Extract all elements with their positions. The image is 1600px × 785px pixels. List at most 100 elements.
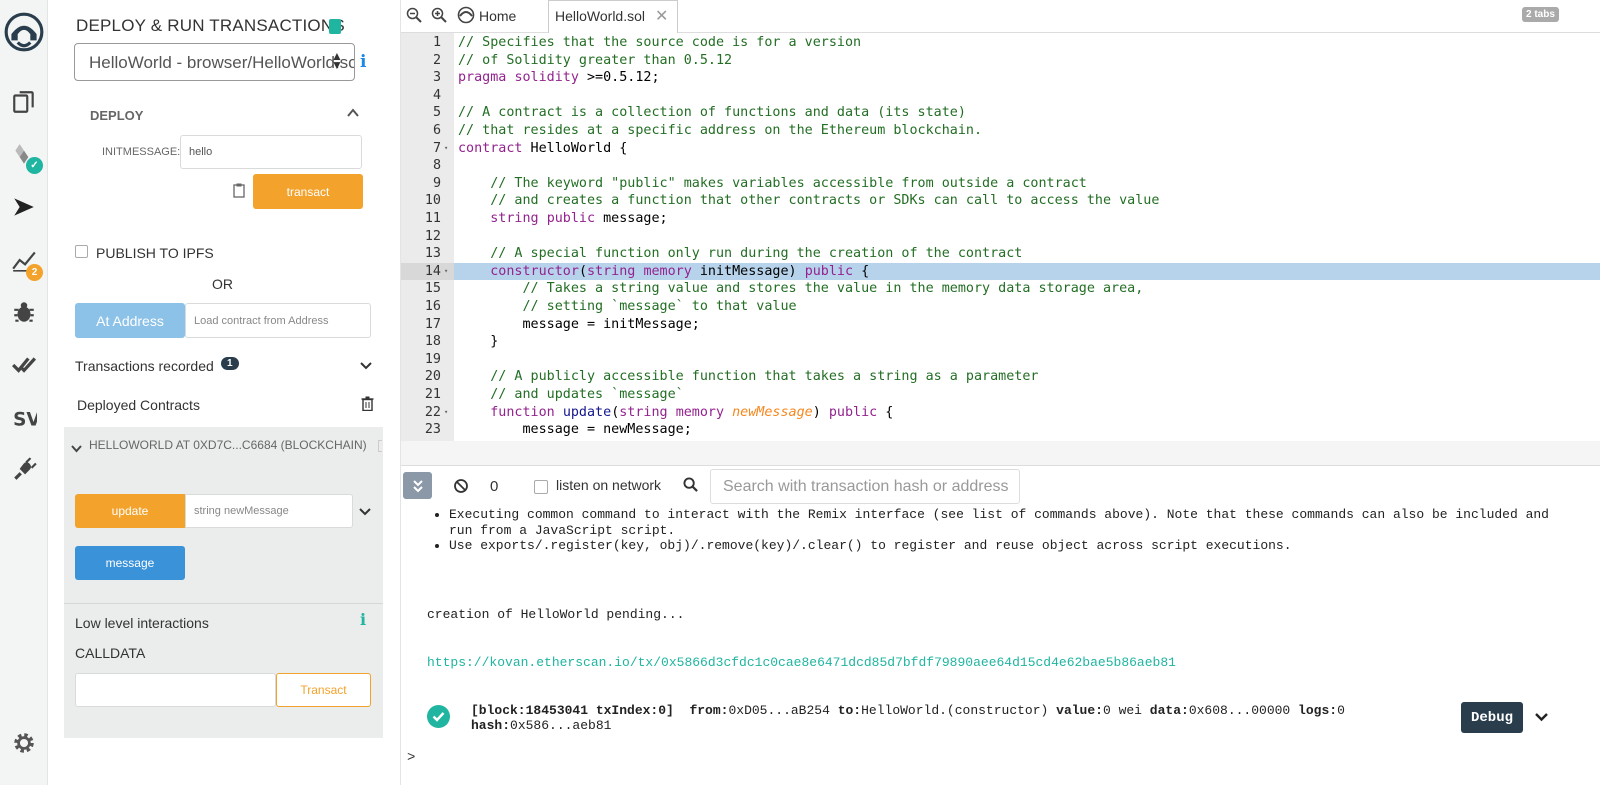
code-text: message = newMessage; [458,422,692,438]
code-line[interactable]: 22 ▾ function update(string memory newMes… [401,404,1600,422]
code-line[interactable]: 20 // A publicly accessible function tha… [401,368,1600,386]
fold-arrow-icon[interactable]: ▾ [444,140,448,158]
load-address-input[interactable]: Load contract from Address [185,303,371,338]
initmessage-input[interactable]: hello [180,135,362,169]
settings-icon[interactable] [0,723,48,763]
clear-console-icon[interactable] [453,478,469,499]
code-line[interactable]: 14 ▾ constructor(string memory initMessag… [401,262,1600,281]
line-number: 4 [432,87,441,103]
remix-logo-icon[interactable] [0,12,48,52]
transact-button[interactable]: transact [253,174,363,209]
zoom-out-icon[interactable] [406,7,422,28]
code-text: // setting `message` to that value [522,299,797,314]
instance-close-icon[interactable] [378,440,382,452]
trash-icon[interactable] [361,396,374,416]
unit-testing-icon[interactable] [0,345,48,385]
tab-count-badge[interactable]: 2 tabs [1522,7,1559,22]
editor-terminal-splitter[interactable] [401,441,1600,465]
divider [64,603,383,604]
compiler-success-badge: ✓ [26,157,43,174]
instance-title[interactable]: HELLOWORLD AT 0XD7C...C6684 (BLOCKCHAIN) [89,438,367,452]
code-text: // The keyword "public" makes variables … [490,175,1087,191]
new-message-input[interactable]: string newMessage [185,494,353,528]
pending-log: creation of HelloWorld pending... [427,607,685,622]
tx-hash-key: hash: [471,718,511,733]
code-line[interactable]: 4 [401,87,1600,105]
transactions-recorded-label: Transactions recorded [75,358,214,374]
search-icon [683,477,698,497]
etherscan-link[interactable]: https://kovan.etherscan.io/tx/0x5866d3cf… [427,655,1176,670]
code-line[interactable]: 16 // setting `message` to that value [401,298,1600,316]
at-address-button[interactable]: At Address [75,303,185,338]
deploy-header: DEPLOY [90,108,144,123]
transactions-expand-icon[interactable] [359,359,373,377]
collapse-terminal-icon[interactable] [403,472,432,499]
message-button[interactable]: message [75,546,185,580]
code-line[interactable]: 21 // and updates `message` [401,386,1600,404]
initmessage-label: INITMESSAGE: [102,146,181,158]
listen-network-checkbox[interactable] [534,480,548,494]
update-expand-icon[interactable] [358,505,372,523]
code-line[interactable]: 13 // A special function only run during… [401,245,1600,263]
home-tab[interactable]: Home [479,8,516,24]
file-tab-label[interactable]: HelloWorld.sol [555,8,645,24]
instance-collapse-icon[interactable] [71,440,82,458]
icon-rail: ✓ 2 SV [0,0,48,785]
code-line[interactable]: 1 // Specifies that the source code is fo… [401,34,1600,52]
transaction-search-input[interactable]: Search with transaction hash or address [710,469,1020,504]
console-prompt[interactable]: > [407,750,415,766]
plugin-manager-icon[interactable] [0,450,48,490]
tx-expand-icon[interactable] [1534,711,1549,727]
debugger-icon[interactable] [0,292,48,332]
calldata-input[interactable] [75,673,276,707]
code-text: // of Solidity greater than 0.5.12 [458,52,733,68]
tx-details[interactable]: [block:18453041 txIndex:0] from:0xD05...… [471,703,1345,733]
contract-info-icon[interactable]: i [360,52,366,72]
code-line[interactable]: 10 // and creates a function that other … [401,192,1600,210]
low-level-info-icon[interactable]: i [360,610,366,629]
clipboard-icon[interactable] [233,183,245,203]
publish-ipfs-checkbox[interactable] [75,245,88,258]
fold-arrow-icon[interactable]: ▾ [444,263,448,281]
sourcify-icon[interactable]: SV [0,398,48,438]
debug-button[interactable]: Debug [1461,702,1523,733]
line-number: 11 [424,211,441,226]
terminal-help-bullet: Use exports/.register(key, obj)/.remove(… [449,538,1549,554]
fold-arrow-icon[interactable]: ▾ [444,404,448,422]
editor-tabs-bar: Home HelloWorld.sol ✕ 2 tabs [401,0,1600,34]
zoom-in-icon[interactable] [431,7,447,28]
code-line[interactable]: 3 pragma solidity >=0.5.12; [401,69,1600,87]
tx-data: 0x608...00000 [1188,703,1291,718]
docs-book-icon[interactable] [329,19,341,34]
code-line[interactable]: 18 } [401,333,1600,351]
code-line[interactable]: 5 // A contract is a collection of functi… [401,104,1600,122]
line-number: 13 [424,246,441,262]
code-text: string public message; [490,211,668,226]
code-line[interactable]: 2 // of Solidity greater than 0.5.12 [401,52,1600,70]
collapse-chevron-icon[interactable] [346,106,360,123]
contract-select[interactable]: HelloWorld - browser/HelloWorld.sol [74,43,355,81]
code-line[interactable]: 12 [401,228,1600,246]
deploy-run-panel: DEPLOY & RUN TRANSACTIONS HelloWorld - b… [48,0,401,785]
code-line[interactable]: 17 message = initMessage; [401,316,1600,334]
file-explorer-icon[interactable] [0,82,48,122]
terminal-help-list: Executing common command to interact wit… [449,507,1549,554]
code-editor[interactable]: 1 // Specifies that the source code is fo… [401,33,1600,441]
line-number: 3 [432,70,441,86]
code-line[interactable]: 6 // that resides at a specific address o… [401,122,1600,140]
line-number: 18 [424,334,441,350]
code-line[interactable]: 19 [401,351,1600,369]
code-line[interactable]: 15 // Takes a string value and stores th… [401,280,1600,298]
low-level-transact-button[interactable]: Transact [276,673,371,707]
tx-value-key: value: [1056,703,1103,718]
home-remix-icon[interactable] [456,6,476,29]
update-button[interactable]: update [75,494,185,528]
close-tab-icon[interactable]: ✕ [655,9,668,25]
deploy-run-icon[interactable] [0,187,48,227]
code-line[interactable]: 9 // The keyword "public" makes variable… [401,175,1600,193]
terminal-output: Executing common command to interact wit… [401,507,1600,785]
code-line[interactable]: 7 ▾ contract HelloWorld { [401,140,1600,158]
code-line[interactable]: 23 message = newMessage; [401,421,1600,439]
code-line[interactable]: 11 string public message; [401,210,1600,228]
code-line[interactable]: 8 [401,157,1600,175]
